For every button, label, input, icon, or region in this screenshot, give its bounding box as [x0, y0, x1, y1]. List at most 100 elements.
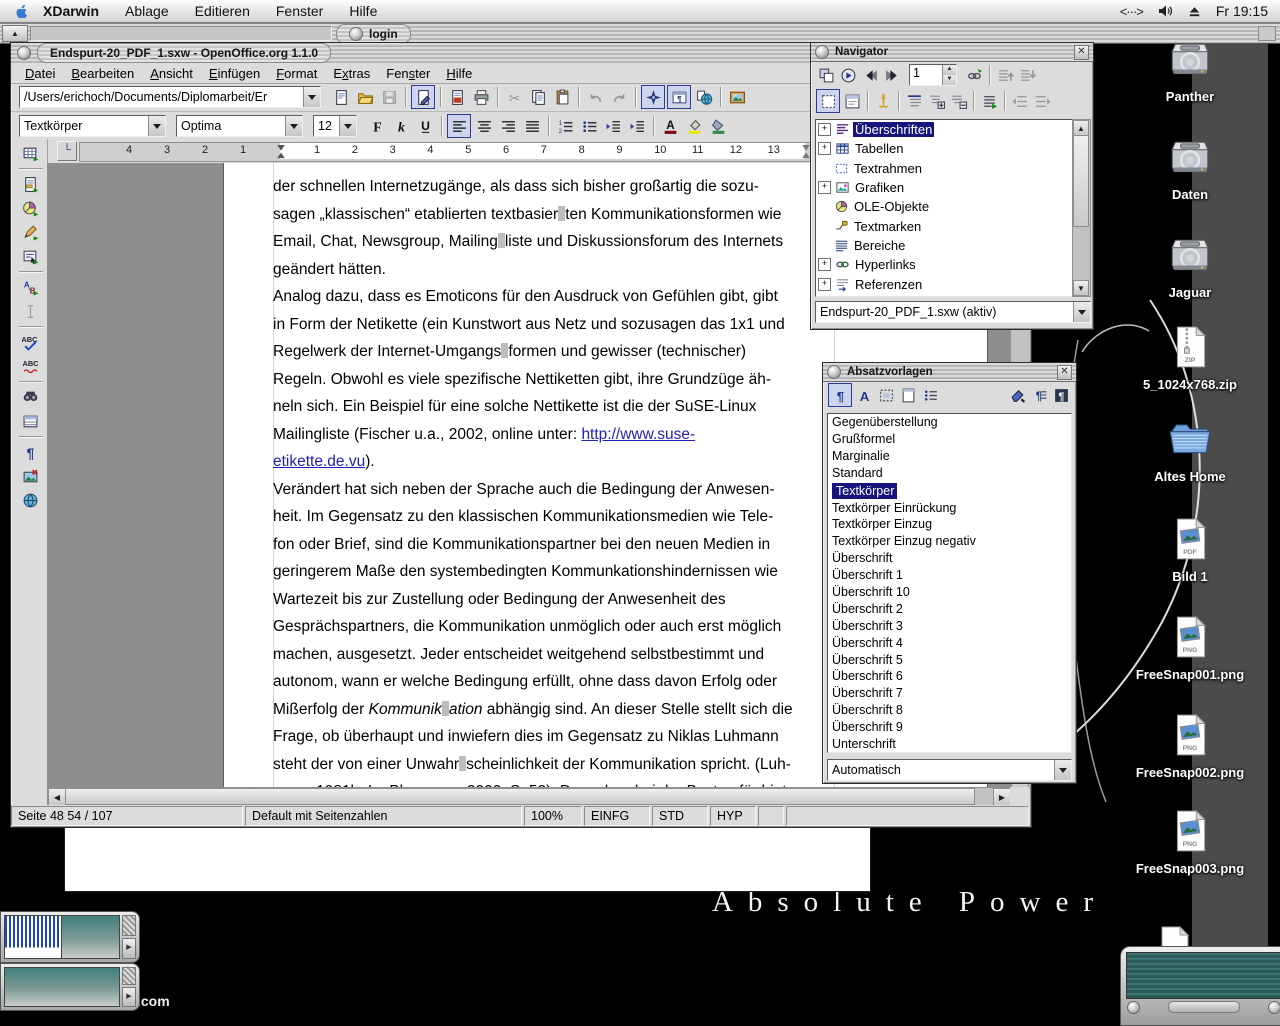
desktop-icon-5-1024x768-zip[interactable]: ZIP5_1024x768.zip [1142, 324, 1238, 392]
navigator-item-label[interactable]: Referenzen [853, 277, 924, 292]
writer-menu-ansicht[interactable]: Ansicht [142, 66, 201, 81]
document-selector-value[interactable]: Endspurt-20_PDF_1.sxw (aktiv) [816, 305, 1073, 319]
paragraph-style-combobox[interactable]: Textkörper [19, 115, 166, 137]
desktop-icon-freesnap001-png[interactable]: PNGFreeSnap001.png [1142, 614, 1238, 682]
spellcheck-icon[interactable]: ABC [19, 330, 43, 354]
para-style-icon[interactable]: ¶ [828, 383, 852, 407]
status-page-style[interactable]: Default mit Seitenzahlen [245, 806, 522, 826]
navigator-item-label[interactable]: Tabellen [853, 141, 905, 156]
style-item[interactable]: Standard [828, 465, 1071, 482]
volume-icon[interactable] [1157, 3, 1173, 19]
login-window-body[interactable] [64, 826, 871, 892]
navigator-item-überschriften[interactable]: +Überschriften [816, 120, 1072, 139]
style-item[interactable]: Grußformel [828, 431, 1071, 448]
navigator-item-label[interactable]: Grafiken [853, 180, 906, 195]
font-size-dropdown-icon[interactable] [339, 116, 356, 136]
navigator-item-textmarken[interactable]: Textmarken [816, 216, 1072, 235]
status-save-indicator[interactable] [758, 806, 784, 826]
promote-chapter-icon[interactable] [994, 64, 1016, 86]
menu-hilfe[interactable]: Hilfe [336, 3, 390, 19]
style-item[interactable]: Überschrift 10 [828, 584, 1071, 601]
style-item-selected[interactable]: Textkörper [832, 483, 897, 500]
toggle-list-icon[interactable] [815, 64, 837, 86]
data-sources-icon[interactable] [19, 409, 43, 433]
indent-decrease-icon[interactable] [601, 114, 625, 138]
font-size-combobox[interactable]: 12 [313, 115, 357, 137]
style-item[interactable]: Textkörper Einrückung [828, 500, 1071, 517]
navigator-close-icon[interactable]: ✕ [1074, 45, 1089, 60]
navigator-item-label[interactable]: Verzeichnisse [853, 296, 937, 297]
draw-functions-icon[interactable] [19, 220, 43, 244]
writer-menu-einfügen[interactable]: Einfügen [201, 66, 268, 81]
style-list[interactable]: GegenüberstellungGrußformelMarginalieSta… [827, 413, 1072, 753]
navigator-item-referenzen[interactable]: + Referenzen [816, 274, 1072, 293]
font-color-icon[interactable]: A [658, 114, 682, 138]
collapsed-window-2[interactable]: ▶ [0, 963, 140, 1011]
desktop-icon-panther[interactable]: Panther [1142, 36, 1238, 104]
desktop-icon-freesnap003-png[interactable]: PNGFreeSnap003.png [1142, 808, 1238, 876]
horizontal-scrollbar[interactable]: ◀ ▶ [47, 787, 1012, 807]
expander-icon[interactable]: + [818, 278, 831, 291]
navigator-item-grafiken[interactable]: +Grafiken [816, 178, 1072, 197]
style-filter-value[interactable]: Automatisch [828, 763, 1054, 777]
navigator-item-tabellen[interactable]: +Tabellen [816, 139, 1072, 158]
style-item[interactable]: Marginalie [828, 448, 1071, 465]
status-zoom-level[interactable]: 100% [524, 806, 582, 826]
expand-arrow-icon[interactable]: ▶ [122, 938, 136, 959]
stylist-close-icon[interactable]: ✕ [1057, 365, 1072, 380]
hyperlink-text[interactable]: http://www.suse- [581, 426, 695, 443]
export-pdf-icon[interactable] [445, 85, 469, 109]
spinner-arrows[interactable]: ▲▼ [942, 65, 956, 85]
indent-marker[interactable] [276, 144, 286, 159]
page-style-icon[interactable] [897, 384, 919, 406]
demote-level-icon[interactable] [1031, 90, 1053, 112]
desktop-icon-daten[interactable]: Daten [1142, 134, 1238, 202]
status-page-indicator[interactable]: Seite 48 54 / 107 [11, 806, 243, 826]
gallery-icon[interactable] [725, 85, 749, 109]
list-style-icon[interactable] [919, 384, 941, 406]
teal-scroll-thumb[interactable] [1168, 1001, 1240, 1013]
status-insert-mode[interactable]: EINFG [584, 806, 650, 826]
paste-icon[interactable] [550, 85, 574, 109]
expander-icon[interactable]: + [818, 258, 831, 271]
underline-icon[interactable]: U [413, 114, 437, 138]
kvm-toggle-icon[interactable]: <···> [1120, 4, 1143, 19]
align-left-icon[interactable] [447, 114, 471, 138]
nav-scroll-thumb[interactable] [1073, 135, 1089, 227]
navigator-titlebar[interactable]: Navigator ✕ [811, 43, 1093, 62]
writer-close-button[interactable] [17, 46, 31, 60]
desktop-icon-partial[interactable] [1152, 924, 1196, 948]
style-item[interactable]: Textkörper Einzug [828, 516, 1071, 533]
hyperlink-text[interactable]: etikette.de.vu [273, 453, 365, 470]
style-item[interactable]: Überschrift [828, 550, 1071, 567]
save-icon[interactable] [377, 85, 401, 109]
navigator-item-label[interactable]: Hyperlinks [853, 257, 918, 272]
paragraph-style-value[interactable]: Textkörper [20, 119, 148, 133]
login-close-button[interactable] [349, 27, 363, 41]
style-item[interactable]: Überschrift 1 [828, 567, 1071, 584]
insert-object-icon[interactable] [19, 196, 43, 220]
style-item[interactable]: Überschrift 2 [828, 601, 1071, 618]
status-hyperlink-mode[interactable]: HYP [710, 806, 756, 826]
heading-levels-1-icon[interactable] [903, 90, 925, 112]
next-icon[interactable] [881, 64, 903, 86]
menu-editieren[interactable]: Editieren [182, 3, 263, 19]
drag-mode-icon[interactable] [963, 64, 985, 86]
writer-menu-extras[interactable]: Extras [325, 66, 378, 81]
style-item[interactable]: Überschrift 5 [828, 652, 1071, 669]
navigator-icon[interactable] [641, 85, 665, 109]
document-text[interactable]: der schnellen Internetzugänge, als dass … [273, 173, 833, 787]
login-window-titlebar[interactable]: ▲ login [0, 23, 1280, 44]
navigator-item-bereiche[interactable]: Bereiche [816, 236, 1072, 255]
teal-scroll-right-knob[interactable] [1268, 1001, 1280, 1014]
writer-menu-hilfe[interactable]: Hilfe [438, 66, 480, 81]
scroll-up-button[interactable]: ▲ [2, 25, 28, 42]
desktop-icon-jaguar[interactable]: Jaguar [1142, 232, 1238, 300]
stylist-icon[interactable]: ¶ [667, 85, 691, 109]
url-dropdown-icon[interactable] [303, 87, 320, 107]
copy-icon[interactable] [526, 85, 550, 109]
graphics-onoff-icon[interactable] [19, 464, 43, 488]
navigator-item-label[interactable]: Textmarken [852, 219, 923, 234]
style-item[interactable]: Gegenüberstellung [828, 414, 1071, 431]
writer-menu-bearbeiten[interactable]: Bearbeiten [63, 66, 142, 81]
